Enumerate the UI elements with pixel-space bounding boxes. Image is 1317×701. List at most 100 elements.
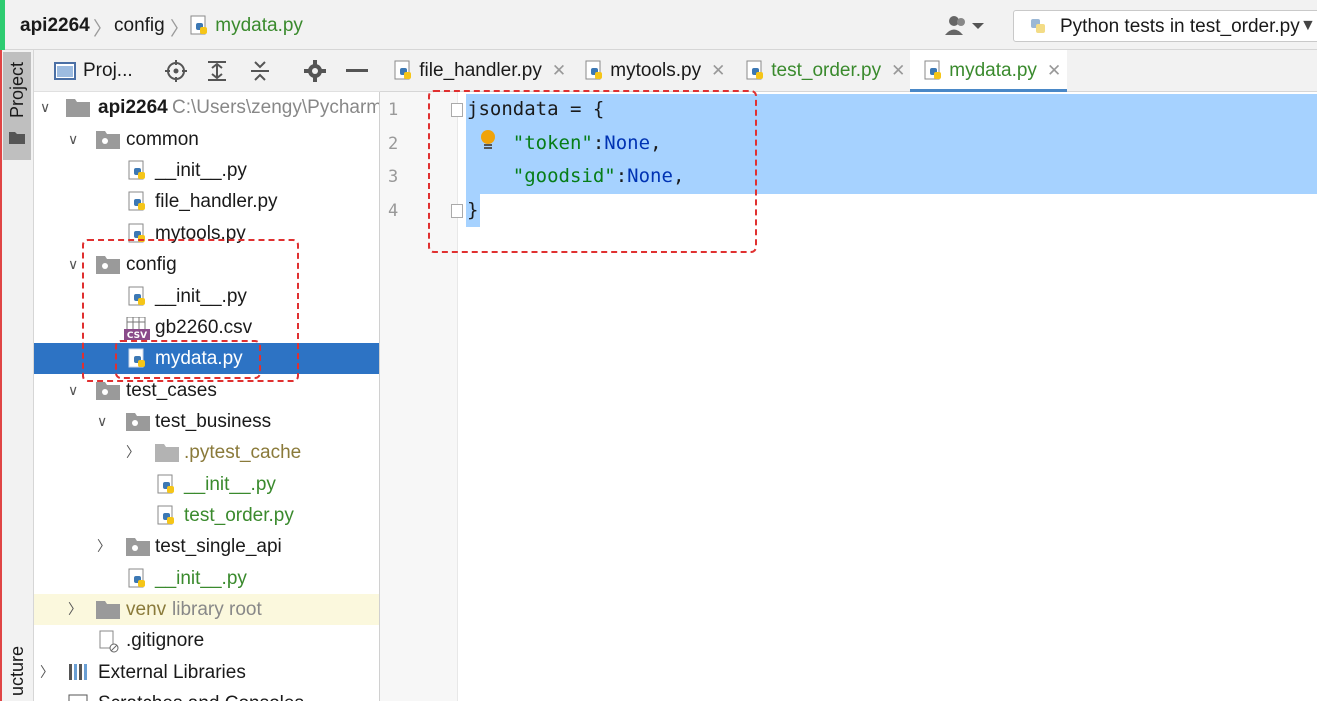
- tree-item-common[interactable]: ∨ common: [34, 124, 379, 155]
- breadcrumb-file[interactable]: mydata.py: [190, 14, 303, 38]
- tab-file-handler[interactable]: file_handler.py ✕: [394, 50, 566, 92]
- tree-item-label: Scratches and Consoles: [98, 688, 304, 701]
- tool-tab-project[interactable]: Project: [3, 52, 31, 160]
- chevron-right-icon[interactable]: 〉: [126, 437, 140, 468]
- tool-tab-project-label: Project: [7, 62, 27, 119]
- run-configuration-label: Python tests in test_order.py: [1060, 16, 1300, 37]
- python-file-icon: [394, 60, 411, 80]
- package-folder-icon: [96, 131, 120, 149]
- python-file-icon: [157, 505, 174, 525]
- tree-item-label: __init__.py: [184, 474, 276, 495]
- tree-item-root[interactable]: ∨ api2264 C:\Users\zengy\PycharmP: [34, 92, 380, 123]
- chevron-right-icon[interactable]: 〉: [40, 657, 54, 688]
- tree-item-common-init[interactable]: __init__.py: [34, 155, 379, 186]
- project-tree: ∨ api2264 C:\Users\zengy\PycharmP ∨ comm…: [34, 92, 380, 701]
- tree-item-label: venv: [126, 599, 167, 620]
- breadcrumb-project[interactable]: api2264: [20, 14, 90, 38]
- folder-icon: [66, 99, 90, 117]
- chevron-down-icon[interactable]: ▼: [1300, 17, 1316, 35]
- tree-item-cases-init[interactable]: __init__.py: [34, 563, 379, 594]
- collapse-all-icon[interactable]: [249, 60, 271, 82]
- run-configuration-selector[interactable]: Python tests in test_order.py ▼: [1013, 10, 1317, 42]
- scratches-icon: [68, 694, 88, 701]
- tree-item-scratches[interactable]: Scratches and Consoles: [34, 688, 379, 701]
- tree-item-file-handler[interactable]: file_handler.py: [34, 186, 379, 217]
- python-file-icon: [924, 60, 941, 80]
- gear-icon[interactable]: [304, 60, 326, 82]
- tree-item-label: External Libraries: [98, 662, 246, 683]
- python-file-icon: [585, 60, 602, 80]
- tree-item-pytest-cache[interactable]: 〉 .pytest_cache: [34, 437, 379, 468]
- tab-label: mydata.py: [949, 60, 1037, 81]
- tree-item-label: file_handler.py: [155, 191, 278, 212]
- expand-all-icon[interactable]: [206, 60, 228, 82]
- tree-item-label: api2264: [98, 97, 168, 118]
- tool-tab-structure[interactable]: ucture: [7, 646, 28, 696]
- close-icon[interactable]: ✕: [711, 61, 725, 80]
- annotation-line: [0, 50, 2, 701]
- folder-icon: [155, 444, 179, 462]
- tree-item-path: C:\Users\zengy\PycharmP: [172, 97, 380, 118]
- python-file-icon: [157, 474, 174, 494]
- close-icon[interactable]: ✕: [1047, 61, 1061, 80]
- tree-item-test-single-api[interactable]: 〉 test_single_api: [34, 531, 379, 562]
- tree-item-venv[interactable]: 〉 venv library root: [34, 594, 379, 625]
- tab-mytools[interactable]: mytools.py ✕: [585, 50, 725, 92]
- tab-test-order[interactable]: test_order.py ✕: [746, 50, 905, 92]
- chevron-down-icon[interactable]: ∨: [68, 375, 78, 406]
- tree-item-label: test_business: [155, 411, 272, 432]
- tree-item-label: test_order.py: [184, 505, 294, 526]
- libraries-icon: [69, 664, 87, 680]
- line-number: 4: [388, 201, 399, 221]
- folder-icon: [96, 601, 120, 619]
- breadcrumb-folder[interactable]: config: [114, 14, 165, 38]
- chevron-right-icon[interactable]: 〉: [68, 594, 82, 625]
- status-strip: [0, 0, 5, 52]
- annotation-box-mydata: [115, 340, 261, 379]
- package-folder-icon: [126, 538, 150, 556]
- breadcrumb-separator-icon: 〉: [93, 19, 113, 40]
- tab-mydata[interactable]: mydata.py ✕: [910, 50, 1067, 92]
- user-account-icon[interactable]: [944, 14, 986, 43]
- python-file-icon: [746, 60, 763, 80]
- python-file-icon: [128, 568, 145, 588]
- ignore-file-icon: [99, 630, 119, 653]
- annotation-box-code: [428, 90, 757, 253]
- locate-file-icon[interactable]: [165, 60, 187, 82]
- package-folder-icon: [96, 382, 120, 400]
- tree-item-label: test_single_api: [155, 536, 282, 557]
- breadcrumb-file-label: mydata.py: [215, 15, 303, 36]
- close-icon[interactable]: ✕: [891, 61, 905, 80]
- python-tests-icon: [1031, 19, 1045, 33]
- navigation-bar: api2264 〉 config 〉 mydata.py Python test…: [0, 0, 1317, 52]
- line-number: 2: [388, 134, 399, 154]
- tab-label: test_order.py: [771, 60, 882, 81]
- tree-item-label: __init__.py: [155, 568, 247, 589]
- tree-item-label: common: [126, 129, 199, 150]
- tree-item-gitignore[interactable]: .gitignore: [34, 625, 379, 656]
- python-file-icon: [190, 15, 207, 35]
- chevron-down-icon[interactable]: ∨: [68, 249, 78, 280]
- project-view-icon: [54, 62, 76, 80]
- package-folder-icon: [126, 413, 150, 431]
- chevron-down-icon[interactable]: ∨: [68, 124, 78, 155]
- minimize-icon[interactable]: [346, 69, 368, 73]
- python-file-icon: [128, 191, 145, 211]
- project-view-title[interactable]: Proj...: [83, 60, 133, 82]
- tree-item-label: __init__.py: [155, 160, 247, 181]
- chevron-down-icon[interactable]: ∨: [40, 92, 50, 123]
- project-toolbar: Proj...: [34, 50, 380, 92]
- breadcrumb-separator-icon: 〉: [170, 19, 190, 40]
- tab-label: mytools.py: [610, 60, 702, 81]
- close-icon[interactable]: ✕: [552, 61, 566, 80]
- line-number: 1: [388, 100, 399, 120]
- tree-item-label: .gitignore: [126, 630, 205, 651]
- tree-item-external-libraries[interactable]: 〉 External Libraries: [34, 657, 379, 688]
- tree-item-note: library root: [172, 599, 262, 620]
- chevron-down-icon[interactable]: ∨: [97, 406, 107, 437]
- tree-item-test-business[interactable]: ∨ test_business: [34, 406, 379, 437]
- editor-tab-bar: file_handler.py ✕ mytools.py ✕ test_order.…: [380, 50, 1317, 92]
- tree-item-business-init[interactable]: __init__.py: [34, 469, 379, 500]
- chevron-right-icon[interactable]: 〉: [97, 531, 111, 562]
- tree-item-test-order[interactable]: test_order.py: [34, 500, 379, 531]
